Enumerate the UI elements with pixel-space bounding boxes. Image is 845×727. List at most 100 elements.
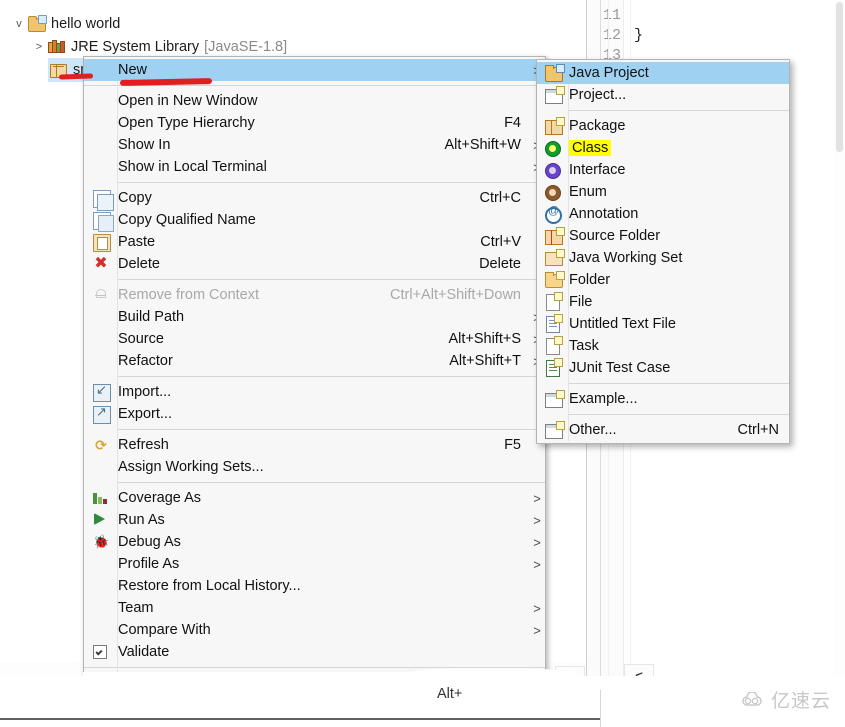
menu-item-run-as[interactable]: Run As >	[84, 509, 545, 531]
menu-item-delete[interactable]: ✖ Delete Delete	[84, 253, 545, 275]
menu-item-coverage-as[interactable]: Coverage As >	[84, 487, 545, 509]
submenu-separator	[568, 110, 789, 111]
menu-item-source[interactable]: Source Alt+Shift+S >	[84, 328, 545, 350]
menu-item-cutoff-accel: Alt+	[437, 686, 463, 702]
menu-item-accel: Alt+Shift+T	[449, 353, 521, 369]
new-submenu[interactable]: Java Project Project... Package Class In…	[536, 59, 790, 444]
submenu-item-java-working-set[interactable]: Java Working Set	[537, 247, 789, 269]
submenu-item-java-project[interactable]: Java Project	[537, 62, 789, 84]
menu-icon-slot	[84, 620, 118, 640]
submenu-item-label: Annotation	[569, 206, 639, 222]
submenu-item-package[interactable]: Package	[537, 115, 789, 137]
submenu-item-label: Package	[569, 118, 626, 134]
submenu-separator	[568, 414, 789, 415]
menu-item-label: Source	[118, 331, 164, 347]
menu-item-copy[interactable]: Copy Ctrl+C	[84, 187, 545, 211]
watermark-text: 亿速云	[770, 690, 831, 712]
menu-icon-slot	[84, 457, 118, 477]
checkbox-checked-icon[interactable]	[84, 642, 118, 662]
submenu-item-junit-test-case[interactable]: JUnit Test Case	[537, 357, 789, 379]
submenu-item-other[interactable]: Other... Ctrl+N	[537, 419, 789, 441]
line-number: 12	[602, 27, 621, 44]
menu-item-validate[interactable]: Validate	[84, 641, 545, 663]
submenu-item-file[interactable]: File	[537, 291, 789, 313]
submenu-item-annotation[interactable]: Annotation	[537, 203, 789, 225]
text-file-icon	[537, 314, 569, 334]
menu-item-copy-qualified-name[interactable]: Copy Qualified Name	[84, 209, 545, 232]
twisty-collapsed-icon[interactable]: >	[32, 41, 46, 53]
import-icon	[84, 382, 118, 402]
twisty-expanded-icon[interactable]: v	[12, 18, 26, 30]
submenu-item-source-folder[interactable]: Source Folder	[537, 225, 789, 247]
jre-library-icon	[46, 38, 68, 56]
submenu-item-project[interactable]: Project...	[537, 84, 789, 106]
project-icon	[537, 85, 569, 105]
editor-vertical-scrollbar[interactable]	[834, 0, 845, 690]
menu-item-compare-with[interactable]: Compare With >	[84, 619, 545, 641]
submenu-item-label: Other...	[569, 422, 617, 438]
menu-item-label: Delete	[118, 256, 160, 272]
menu-item-paste[interactable]: Paste Ctrl+V	[84, 231, 545, 253]
submenu-item-label: Enum	[569, 184, 607, 200]
submenu-item-interface[interactable]: Interface	[537, 159, 789, 181]
menu-item-label: Show In	[118, 137, 171, 153]
menu-item-open-type-hierarchy[interactable]: Open Type Hierarchy F4	[84, 112, 545, 134]
menu-item-label: Export...	[118, 406, 172, 422]
other-icon	[537, 420, 569, 440]
submenu-item-task[interactable]: Task	[537, 335, 789, 357]
tree-item-hello-world[interactable]: v hello world	[12, 12, 120, 36]
menu-item-restore-from-local-history[interactable]: Restore from Local History...	[84, 575, 545, 597]
class-icon	[537, 138, 569, 158]
menu-item-label: Run As	[118, 512, 165, 528]
menu-item-label: Show in Local Terminal	[118, 159, 267, 175]
menu-item-label: Paste	[118, 234, 156, 250]
menu-item-new[interactable]: New >	[84, 59, 545, 81]
copy-icon	[84, 188, 118, 211]
delete-icon: ✖	[94, 255, 108, 272]
interface-icon	[537, 160, 569, 180]
menu-icon-slot	[84, 329, 118, 349]
java-working-set-icon	[537, 248, 569, 268]
paste-icon	[84, 232, 118, 252]
submenu-item-example[interactable]: Example...	[537, 388, 789, 410]
menu-item-refresh[interactable]: ⟳ Refresh F5	[84, 434, 545, 456]
menu-item-build-path[interactable]: Build Path >	[84, 306, 545, 328]
context-menu[interactable]: New > Open in New Window Open Type Hiera…	[83, 56, 546, 697]
submenu-item-label: Interface	[569, 162, 626, 178]
menu-item-assign-working-sets[interactable]: Assign Working Sets...	[84, 456, 545, 478]
menu-item-export[interactable]: Export...	[84, 403, 545, 425]
menu-item-label: Assign Working Sets...	[118, 459, 264, 475]
submenu-item-accel: Ctrl+N	[737, 422, 780, 438]
submenu-arrow-icon: >	[533, 556, 541, 572]
menu-item-label: Validate	[118, 644, 170, 660]
line-number: 11	[602, 7, 621, 24]
menu-item-profile-as[interactable]: Profile As >	[84, 553, 545, 575]
menu-item-open-in-new-window[interactable]: Open in New Window	[84, 90, 545, 112]
submenu-item-enum[interactable]: Enum	[537, 181, 789, 203]
debug-icon: 🐞	[93, 534, 110, 549]
menu-icon-slot	[84, 554, 118, 574]
menu-item-show-in[interactable]: Show In Alt+Shift+W >	[84, 134, 545, 156]
submenu-item-label: File	[569, 294, 593, 310]
menu-item-label: Refactor	[118, 353, 173, 369]
source-folder-icon	[537, 226, 569, 246]
menu-item-debug-as[interactable]: 🐞 Debug As >	[84, 531, 545, 553]
submenu-item-untitled-text-file[interactable]: Untitled Text File	[537, 313, 789, 335]
menu-item-label: Build Path	[118, 309, 185, 325]
tree-item-label: hello world	[51, 16, 121, 32]
menu-item-accel: Ctrl+C	[479, 190, 522, 206]
menu-icon-slot	[84, 576, 118, 596]
copy-qualified-name-icon	[84, 210, 118, 232]
submenu-separator	[568, 383, 789, 384]
submenu-item-class[interactable]: Class	[537, 137, 789, 159]
submenu-item-label-wrapper: Class	[569, 140, 779, 156]
menu-item-show-in-local-terminal[interactable]: Show in Local Terminal >	[84, 156, 545, 178]
scrollbar-thumb[interactable]	[836, 2, 843, 152]
menu-item-import[interactable]: Import...	[84, 381, 545, 403]
menu-icon-slot	[84, 157, 118, 177]
menu-item-label: Copy Qualified Name	[118, 212, 256, 228]
menu-item-refactor[interactable]: Refactor Alt+Shift+T >	[84, 350, 545, 372]
submenu-item-folder[interactable]: Folder	[537, 269, 789, 291]
menu-item-team[interactable]: Team >	[84, 597, 545, 619]
menu-item-label: New	[118, 62, 148, 78]
